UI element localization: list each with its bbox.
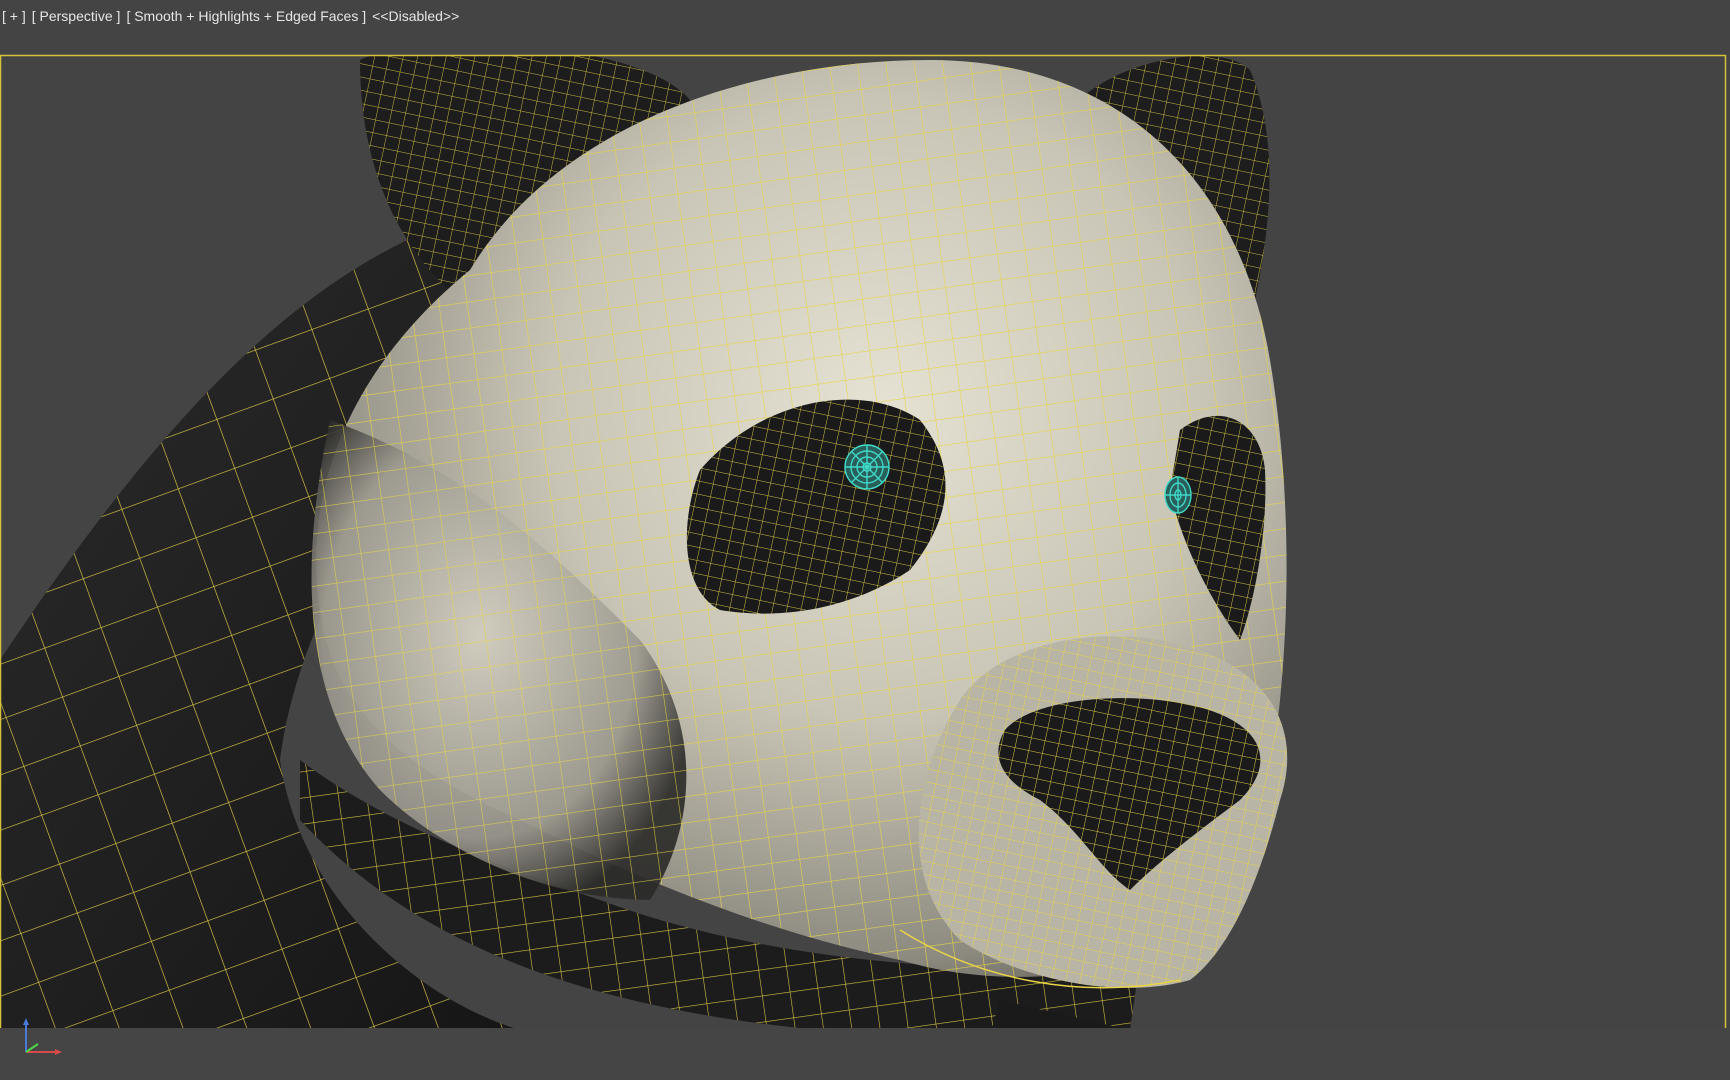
viewport-label-menu: [ + ] [ Perspective ] [ Smooth + Highlig… <box>0 0 1730 32</box>
panda-model-render <box>0 0 1730 1080</box>
disabled-mode-label[interactable]: <<Disabled>> <box>372 8 459 24</box>
viewport-plus-menu[interactable]: [ + ] <box>2 8 26 24</box>
viewport-bottom-strip <box>0 1028 1730 1080</box>
view-type-menu[interactable]: [ Perspective ] <box>32 8 121 24</box>
shading-mode-menu[interactable]: [ Smooth + Highlights + Edged Faces ] <box>126 8 366 24</box>
xyz-axis-icon <box>10 1008 70 1068</box>
right-eye <box>1164 476 1192 514</box>
left-eye <box>844 444 890 490</box>
perspective-viewport[interactable] <box>0 0 1730 1080</box>
